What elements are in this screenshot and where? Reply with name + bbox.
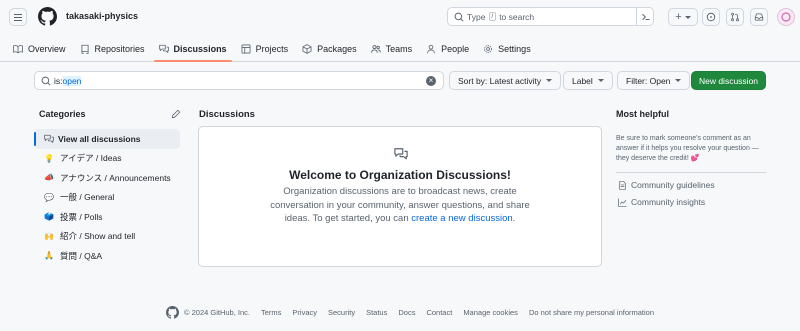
category-announcements[interactable]: 📣 アナウンス / Announcements [34, 168, 180, 188]
pencil-icon[interactable] [171, 109, 181, 119]
github-logo-icon[interactable] [166, 306, 179, 319]
tab-repositories[interactable]: Repositories [74, 35, 151, 62]
category-label: 紹介 / Show and tell [60, 231, 136, 242]
global-search[interactable]: Type / to search [447, 7, 654, 26]
comment-discussion-icon [158, 44, 169, 53]
chevron-down-icon [597, 79, 604, 82]
tab-overview[interactable]: Overview [7, 35, 72, 62]
folded-hands-icon: 🙏 [44, 251, 54, 261]
category-list: View all discussions 💡 アイデア / Ideas 📣 アナ… [34, 129, 180, 266]
community-insights-link[interactable]: Community insights [618, 197, 705, 207]
category-label: 一般 / General [60, 192, 115, 203]
footer-copyright: © 2024 GitHub, Inc. [184, 308, 250, 317]
package-icon [302, 43, 312, 54]
graph-icon [618, 198, 627, 207]
search-icon [454, 12, 464, 22]
footer-link-docs[interactable]: Docs [398, 308, 415, 317]
category-label: アイデア / Ideas [60, 153, 122, 164]
repo-icon [80, 44, 89, 54]
people-icon [370, 44, 381, 53]
book-icon [13, 44, 23, 53]
welcome-title: Welcome to Organization Discussions! [289, 168, 511, 182]
tab-label: People [441, 43, 470, 54]
category-general[interactable]: 💬 一般 / General [34, 188, 180, 208]
tab-label: Overview [28, 43, 66, 54]
categories-heading: Categories [39, 109, 86, 119]
lightbulb-icon: 💡 [44, 153, 54, 163]
category-label: アナウンス / Announcements [60, 172, 171, 183]
category-show-and-tell[interactable]: 🙌 紹介 / Show and tell [34, 227, 180, 247]
person-icon [427, 44, 435, 53]
pull-requests-icon[interactable] [726, 8, 744, 26]
github-logo-icon[interactable] [38, 7, 57, 26]
tab-label: Projects [255, 43, 289, 54]
comment-discussion-icon [44, 134, 54, 143]
create-new-button[interactable]: + [668, 8, 698, 26]
footer-link-manage-cookies[interactable]: Manage cookies [463, 308, 518, 317]
category-ideas[interactable]: 💡 アイデア / Ideas [34, 149, 180, 169]
raised-hands-icon: 🙌 [44, 231, 54, 241]
category-label: 投票 / Polls [60, 211, 103, 222]
user-avatar[interactable] [777, 8, 795, 26]
tab-teams[interactable]: Teams [365, 35, 419, 62]
command-palette-icon[interactable] [636, 7, 654, 26]
org-nav: Overview Repositories Discussions Projec… [0, 35, 539, 62]
speech-bubble-icon: 💬 [44, 192, 54, 202]
most-helpful-heading: Most helpful [616, 109, 669, 119]
search-query: is:open [54, 76, 82, 86]
chevron-down-icon [546, 79, 553, 82]
empty-state-panel: Welcome to Organization Discussions! Org… [198, 126, 602, 267]
footer-link-status[interactable]: Status [366, 308, 387, 317]
search-placeholder: Type / to search [467, 12, 535, 22]
filter-dropdown[interactable]: Filter: Open [617, 71, 691, 90]
discussions-heading: Discussions [199, 109, 255, 120]
tab-label: Discussions [173, 43, 227, 54]
new-discussion-button[interactable]: New discussion [691, 71, 766, 90]
inbox-icon[interactable] [750, 8, 768, 26]
chevron-down-icon [675, 79, 682, 82]
tab-discussions[interactable]: Discussions [153, 35, 233, 62]
footer-link-do-not-share[interactable]: Do not share my personal information [529, 308, 654, 317]
footer-link-privacy[interactable]: Privacy [292, 308, 317, 317]
org-name[interactable]: takasaki-physics [66, 11, 138, 21]
file-icon [619, 180, 626, 190]
tab-projects[interactable]: Projects [235, 35, 295, 62]
comment-discussion-icon [394, 148, 408, 160]
most-helpful-description: Be sure to mark someone's comment as an … [616, 135, 759, 162]
issues-icon[interactable] [702, 8, 720, 26]
category-label: 質問 / Q&A [60, 250, 103, 261]
sort-dropdown[interactable]: Sort by: Latest activity [449, 71, 562, 90]
table-icon [241, 44, 251, 53]
create-discussion-link[interactable]: create a new discussion [411, 213, 512, 224]
community-guidelines-link[interactable]: Community guidelines [618, 180, 715, 190]
category-label: View all discussions [58, 133, 141, 144]
tab-label: Packages [317, 43, 357, 54]
divider [616, 172, 766, 173]
footer-link-security[interactable]: Security [328, 308, 355, 317]
tab-label: Settings [498, 43, 531, 54]
category-polls[interactable]: 🗳️ 投票 / Polls [34, 207, 180, 227]
tab-label: Teams [385, 43, 413, 54]
tab-packages[interactable]: Packages [296, 35, 363, 62]
footer: © 2024 GitHub, Inc. Terms Privacy Securi… [166, 306, 665, 319]
search-icon [41, 76, 51, 86]
tab-settings[interactable]: Settings [477, 35, 537, 62]
footer-link-terms[interactable]: Terms [261, 308, 281, 317]
tab-people[interactable]: People [420, 35, 475, 62]
category-qa[interactable]: 🙏 質問 / Q&A [34, 246, 180, 266]
label-dropdown[interactable]: Label [563, 71, 613, 90]
category-view-all[interactable]: View all discussions [34, 129, 180, 149]
megaphone-icon: 📣 [44, 173, 54, 183]
tab-label: Repositories [94, 43, 145, 54]
discussion-search-input[interactable]: is:open × [34, 71, 444, 90]
app-header: takasaki-physics Type / to search + Over… [0, 0, 800, 62]
welcome-description: Organization discussions are to broadcas… [270, 186, 530, 224]
ballot-box-icon: 🗳️ [44, 212, 54, 222]
menu-icon[interactable] [9, 8, 27, 26]
gear-icon [484, 44, 493, 53]
footer-link-contact[interactable]: Contact [426, 308, 452, 317]
clear-search-icon[interactable]: × [426, 76, 436, 86]
